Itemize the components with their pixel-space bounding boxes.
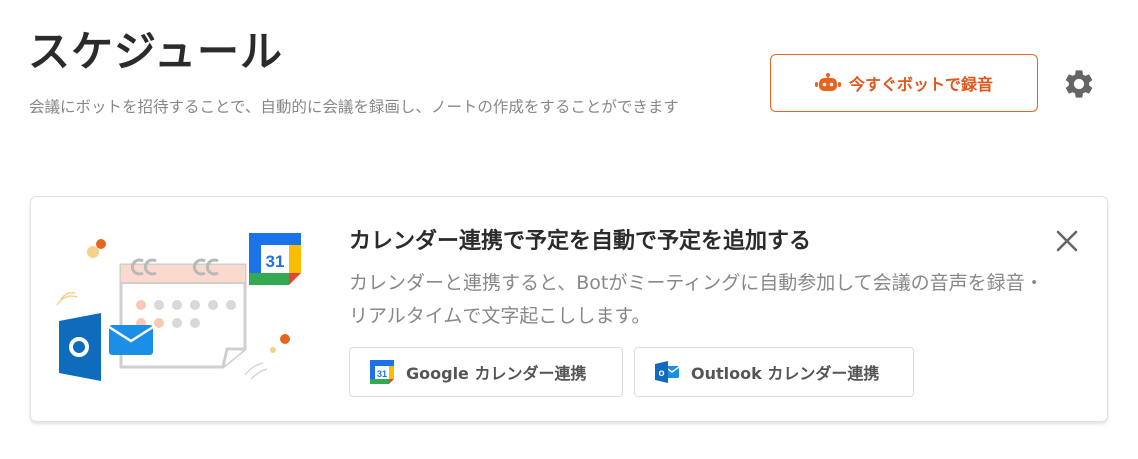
robot-icon (814, 73, 841, 91)
outlook-icon: o (655, 361, 679, 383)
outlook-calendar-connect-button[interactable]: o Outlook カレンダー連携 (634, 347, 914, 397)
close-icon[interactable] (1053, 227, 1081, 255)
outlook-calendar-connect-label: Outlook カレンダー連携 (691, 364, 880, 383)
google-calendar-icon: 31 (370, 360, 394, 384)
card-title: カレンダー連携で予定を自動で予定を追加する (349, 229, 812, 254)
outlook-icon-letter: o (658, 368, 664, 379)
gear-icon[interactable] (1062, 67, 1096, 101)
calendar-integration-card: 31 カレンダー連携で予定を自動で予定を追加する カレンダーと連携すると、Bot… (30, 196, 1108, 422)
card-description: カレンダーと連携すると、Botがミーティングに自動参加して会議の音声を録音・リア… (349, 272, 1044, 327)
illustration-calendar-day: 31 (266, 252, 285, 271)
google-calendar-connect-button[interactable]: 31 Google カレンダー連携 (349, 347, 623, 397)
record-with-bot-label: 今すぐボットで録音 (848, 75, 993, 94)
page-description: 会議にボットを招待することで、自動的に会議を録画し、ノートの作成をすることができ… (29, 98, 679, 116)
google-calendar-connect-label: Google カレンダー連携 (406, 364, 587, 383)
record-with-bot-button[interactable]: 今すぐボットで録音 (770, 54, 1038, 112)
google-icon-day: 31 (377, 369, 387, 379)
page-title: スケジュール (28, 27, 284, 76)
calendar-illustration: 31 (56, 233, 301, 381)
